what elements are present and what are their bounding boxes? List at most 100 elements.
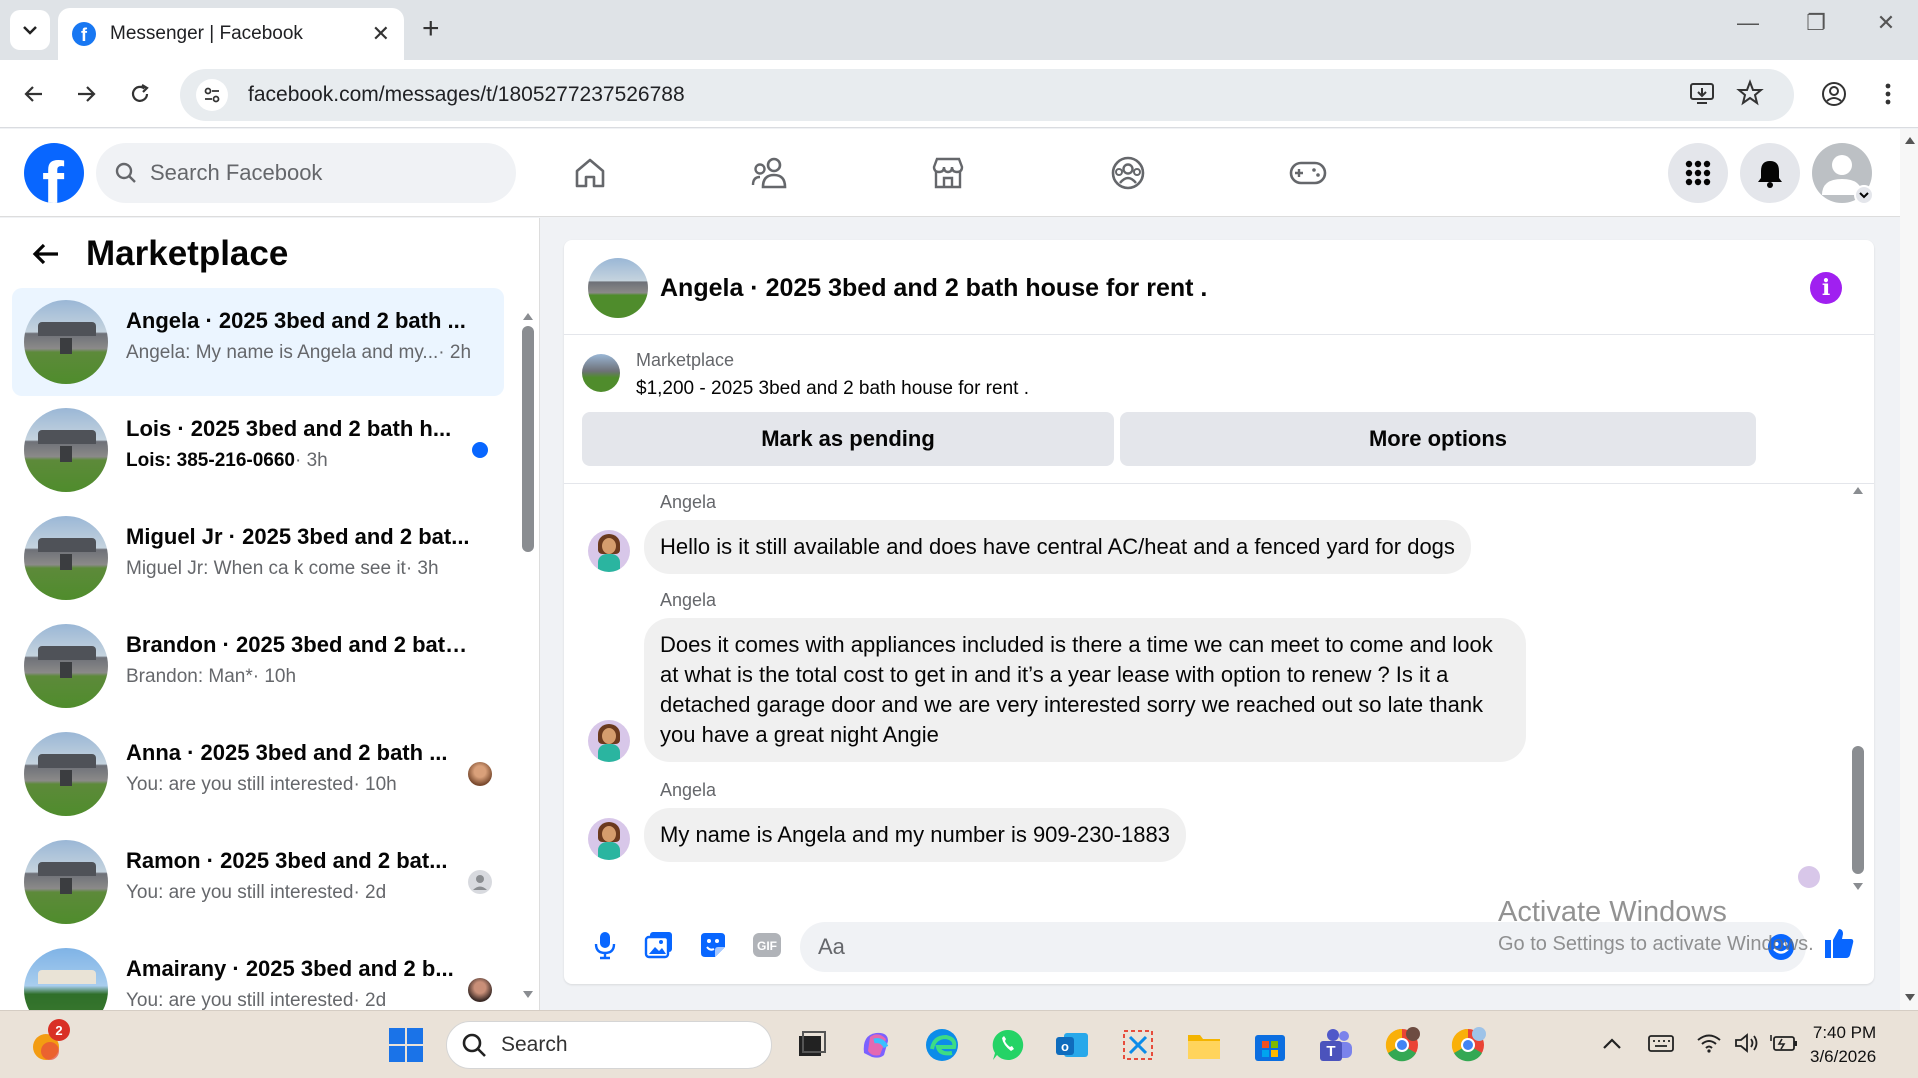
browser-menu-button[interactable] — [1868, 74, 1908, 114]
browser-tab-messenger[interactable]: f Messenger | Facebook ✕ — [58, 8, 404, 60]
site-info-icon[interactable] — [196, 79, 228, 111]
chat-scrollbar[interactable] — [1852, 482, 1864, 902]
outlook-icon[interactable]: o — [1052, 1025, 1092, 1065]
account-circle-icon — [1822, 82, 1846, 106]
weather-widget-icon[interactable]: 2 — [28, 1019, 70, 1065]
groups-nav-button[interactable] — [1106, 151, 1150, 195]
scroll-thumb[interactable] — [522, 326, 534, 552]
conversation-snippet: Lois: 385-216-0660· 3h — [126, 450, 328, 471]
sidebar-scrollbar[interactable] — [522, 308, 534, 1008]
notifications-button[interactable] — [1740, 143, 1800, 203]
listing-thumbnail[interactable] — [582, 354, 620, 392]
conversation-name: Ramon · 2025 3bed and 2 bat... — [126, 848, 448, 873]
start-button[interactable] — [386, 1025, 426, 1065]
install-app-icon[interactable] — [1688, 79, 1716, 112]
conversation-item[interactable]: Amairany · 2025 3bed and 2 b... You: are… — [12, 936, 504, 1010]
microphone-icon[interactable] — [588, 928, 622, 962]
windows-logo-icon — [389, 1028, 423, 1062]
gamepad-icon — [1289, 161, 1327, 185]
file-explorer-icon[interactable] — [1184, 1025, 1224, 1065]
address-bar[interactable]: facebook.com/messages/t/1805277237526788 — [180, 69, 1794, 121]
scroll-up-icon[interactable] — [1852, 485, 1864, 495]
chat-listing-avatar[interactable] — [588, 258, 648, 318]
more-options-button[interactable]: More options — [1120, 412, 1756, 466]
scroll-up-icon[interactable] — [1904, 135, 1916, 145]
tab-close-icon[interactable]: ✕ — [372, 21, 390, 47]
snipping-tool-icon[interactable] — [1118, 1025, 1158, 1065]
whatsapp-icon[interactable] — [988, 1025, 1028, 1065]
reload-button[interactable] — [120, 74, 160, 114]
scroll-down-icon[interactable] — [1852, 882, 1864, 892]
conversation-item[interactable]: Miguel Jr · 2025 3bed and 2 bat... Migue… — [12, 504, 504, 612]
gaming-nav-button[interactable] — [1286, 151, 1330, 195]
listing-price[interactable]: $1,200 - 2025 3bed and 2 bath house for … — [636, 378, 1029, 400]
back-arrow-icon[interactable] — [30, 238, 62, 270]
mark-as-pending-button[interactable]: Mark as pending — [582, 412, 1114, 466]
chrome-profile-1-icon[interactable] — [1382, 1025, 1422, 1065]
taskbar-search[interactable]: Search — [446, 1021, 772, 1069]
page-scrollbar[interactable] — [1900, 129, 1918, 1010]
conversation-item[interactable]: Ramon · 2025 3bed and 2 bat... You: are … — [12, 828, 504, 936]
marketplace-icon — [932, 157, 964, 189]
facebook-logo[interactable]: f — [24, 143, 84, 203]
home-icon — [575, 158, 605, 188]
facebook-favicon-icon: f — [72, 22, 96, 46]
watermark-subtitle: Go to Settings to activate Windows. — [1498, 933, 1814, 955]
friends-nav-button[interactable] — [748, 151, 792, 195]
scroll-up-icon[interactable] — [522, 311, 534, 321]
message-bubble[interactable]: Hello is it still available and does hav… — [644, 520, 1471, 574]
chrome-profile-2-icon[interactable] — [1448, 1025, 1488, 1065]
edge-browser-icon[interactable] — [922, 1025, 962, 1065]
scroll-down-icon[interactable] — [1904, 993, 1916, 1003]
marketplace-nav-button[interactable] — [926, 151, 970, 195]
conversation-snippet: You: are you still interested· 2d — [126, 882, 387, 903]
scroll-down-icon[interactable] — [522, 990, 534, 1000]
microsoft-store-icon[interactable] — [1250, 1025, 1290, 1065]
chat-title[interactable]: Angela · 2025 3bed and 2 bath house for … — [660, 274, 1207, 303]
conversation-item[interactable]: Anna · 2025 3bed and 2 bath ... You: are… — [12, 720, 504, 828]
tab-search-dropdown[interactable] — [10, 10, 50, 50]
menu-grid-button[interactable] — [1668, 143, 1728, 203]
listing-thumbnail — [24, 840, 108, 924]
profile-button[interactable] — [1814, 74, 1854, 114]
photo-icon[interactable] — [642, 928, 676, 962]
grid-menu-icon — [1685, 160, 1711, 186]
account-avatar-button[interactable] — [1812, 143, 1874, 205]
conversation-item[interactable]: Lois · 2025 3bed and 2 bath h... Lois: 3… — [12, 396, 504, 504]
task-view-icon[interactable] — [792, 1025, 832, 1065]
copilot-icon[interactable] — [856, 1025, 896, 1065]
sender-avatar[interactable] — [588, 720, 630, 762]
message-sender: Angela — [660, 590, 717, 610]
message-bubble[interactable]: My name is Angela and my number is 909-2… — [644, 808, 1186, 862]
facebook-search-input[interactable]: Search Facebook — [96, 143, 516, 203]
show-hidden-icons-chevron-icon[interactable] — [1602, 1033, 1622, 1056]
gif-icon[interactable]: GIF — [750, 928, 784, 962]
sender-avatar[interactable] — [588, 530, 630, 572]
volume-icon[interactable] — [1734, 1033, 1760, 1059]
like-thumbs-up-icon[interactable] — [1822, 926, 1856, 960]
clock-date: 3/6/2026 — [1810, 1047, 1877, 1066]
window-close-button[interactable]: ✕ — [1866, 10, 1906, 36]
forward-button[interactable] — [66, 74, 106, 114]
minimize-button[interactable]: — — [1728, 10, 1768, 36]
back-button[interactable] — [14, 74, 54, 114]
scroll-thumb[interactable] — [1852, 746, 1864, 874]
restore-button[interactable]: ❐ — [1796, 10, 1836, 36]
conversation-name: Miguel Jr · 2025 3bed and 2 bat... — [126, 524, 470, 549]
keyboard-icon[interactable] — [1648, 1033, 1674, 1059]
sender-avatar[interactable] — [588, 818, 630, 860]
info-icon[interactable]: i — [1810, 272, 1842, 304]
battery-icon[interactable] — [1770, 1033, 1798, 1059]
home-nav-button[interactable] — [568, 151, 612, 195]
bookmark-star-icon[interactable] — [1736, 79, 1764, 112]
new-tab-button[interactable]: + — [422, 12, 440, 46]
conversation-item[interactable]: Brandon · 2025 3bed and 2 bath... Brando… — [12, 612, 504, 720]
sticker-icon[interactable] — [696, 928, 730, 962]
message-bubble[interactable]: Does it comes with appliances included i… — [644, 618, 1526, 762]
teams-icon[interactable]: T — [1316, 1025, 1356, 1065]
system-clock[interactable]: 7:40 PM 3/6/2026 — [1810, 1021, 1876, 1069]
conversation-item[interactable]: Angela · 2025 3bed and 2 bath ... Angela… — [12, 288, 504, 396]
facebook-header: f Search Facebook — [0, 129, 1900, 217]
read-receipt-avatar — [468, 870, 492, 894]
wifi-icon[interactable] — [1696, 1033, 1722, 1059]
